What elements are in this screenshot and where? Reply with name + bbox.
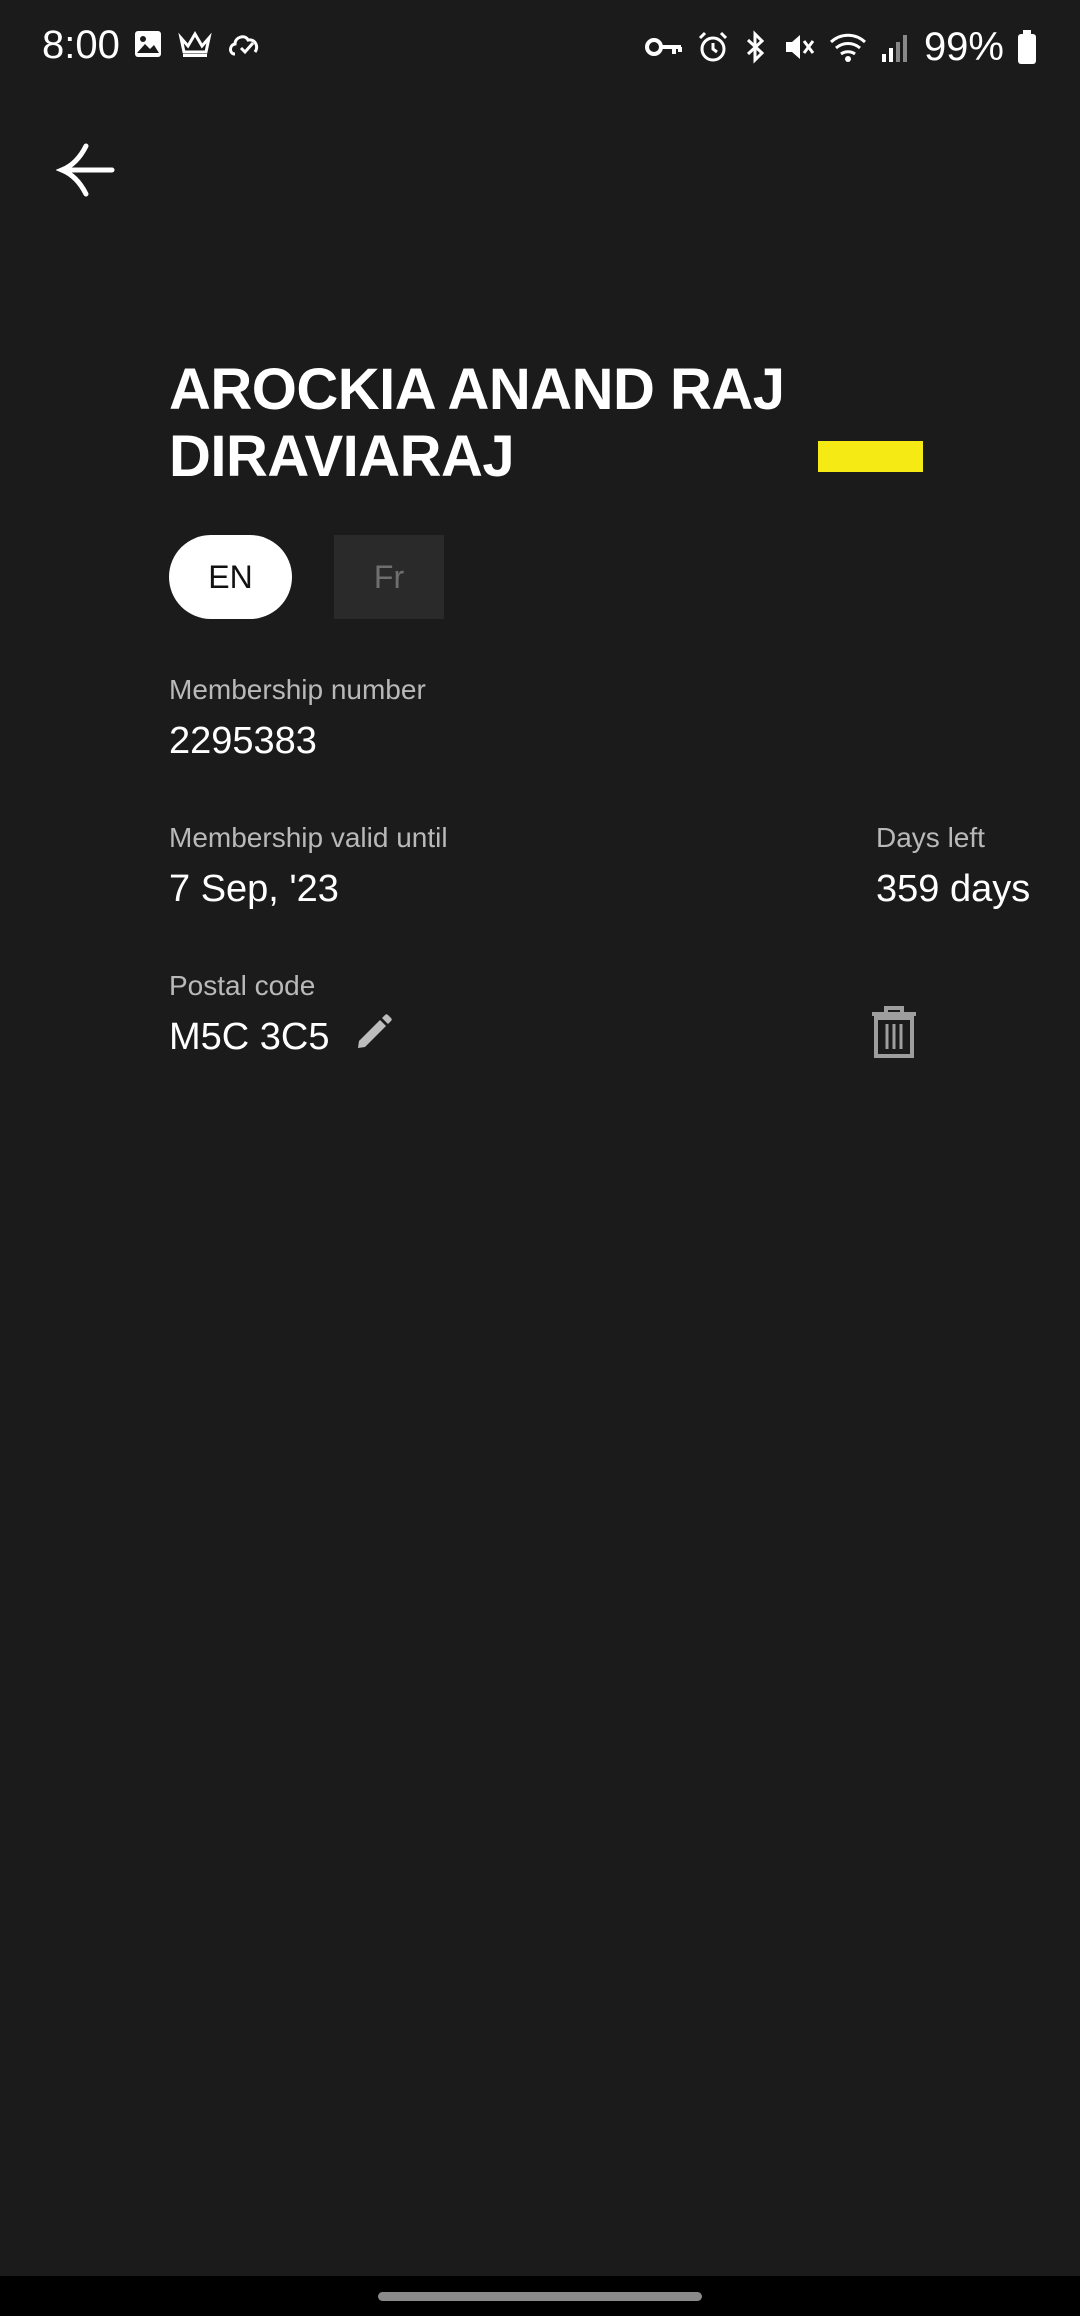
accent-bar [818,441,923,472]
days-left-label: Days left [876,822,985,853]
vpn-key-icon [644,31,684,63]
status-right-icons: 99% [644,24,1038,70]
trash-icon [868,1004,920,1065]
member-name-line1: AROCKIA ANAND RAJ [169,357,785,422]
gallery-icon [132,28,164,60]
postal-code-label: Postal code [169,970,316,1001]
valid-until-label: Membership valid until [169,822,448,853]
battery-percentage: 99% [923,25,1004,69]
crown-icon [178,28,212,60]
edit-postal-code-button[interactable] [350,1010,398,1058]
member-name-line2: DIRAVIARAJ [169,424,515,489]
mute-icon [782,30,816,64]
home-indicator[interactable] [378,2292,702,2301]
status-time: 8:00 [42,23,120,67]
language-en-button[interactable]: EN [169,535,292,619]
back-button[interactable] [48,134,124,210]
member-name: AROCKIA ANAND RAJ DIRAVIARAJ [169,356,819,490]
cloud-check-icon [226,28,262,60]
wifi-icon [828,30,868,64]
pencil-icon [353,1011,395,1058]
membership-number-label: Membership number [169,674,426,705]
membership-screen: 8:00 99% AROCKIA ANAND RAJ DIRAVIARAJ EN… [0,0,1080,2316]
bluetooth-icon [742,30,770,64]
language-fr-button[interactable]: Fr [334,535,444,619]
status-bar: 8:00 99% [0,0,1080,92]
delete-postal-code-button[interactable] [862,1000,926,1068]
postal-code-value: M5C 3C5 [169,1016,330,1058]
back-arrow-icon [55,142,116,203]
valid-until-value: 7 Sep, '23 [169,868,339,910]
signal-icon [880,30,912,64]
battery-icon [1016,29,1038,65]
alarm-icon [696,30,730,64]
membership-number-value: 2295383 [169,720,317,762]
days-left-value: 359 days [876,868,1031,910]
status-left-icons [132,28,262,60]
navigation-bar [0,2276,1080,2316]
